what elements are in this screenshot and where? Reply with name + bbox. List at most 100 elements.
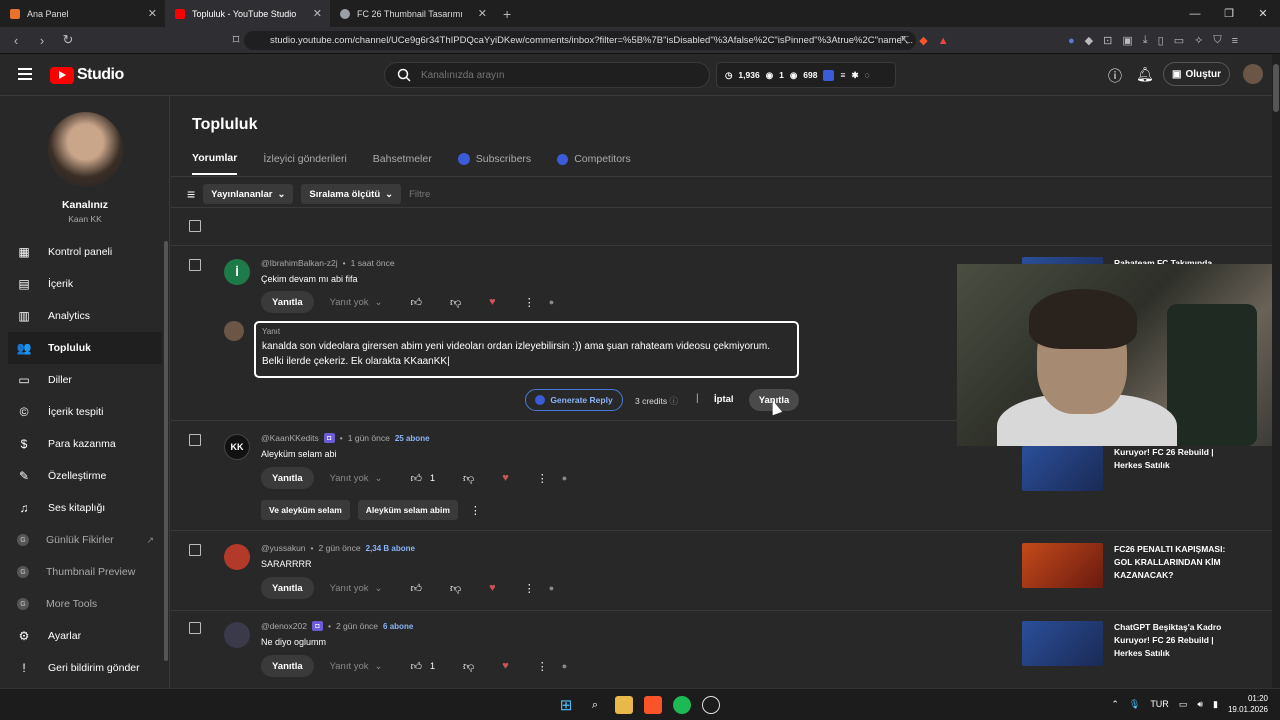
language-indicator[interactable]: TUR	[1150, 699, 1169, 709]
close-tab-icon[interactable]: ✕	[313, 7, 322, 20]
channel-avatar[interactable]	[48, 112, 123, 187]
select-all-checkbox[interactable]	[189, 220, 201, 232]
comment-checkbox[interactable]	[189, 544, 201, 556]
filter-input[interactable]: Filtre	[409, 189, 430, 200]
hamburger-menu-icon[interactable]	[18, 68, 32, 80]
dislike-icon[interactable]: 👎︎	[463, 660, 474, 673]
app-icon[interactable]	[702, 696, 720, 714]
sidebar-item-settings[interactable]: ⚙ Ayarlar	[8, 620, 162, 652]
tab-subscribers[interactable]: Subscribers	[457, 152, 531, 175]
extension-dot-icon[interactable]: ●	[562, 473, 567, 483]
comment-time[interactable]: 1 saat önce	[351, 258, 395, 268]
extension-dot-icon[interactable]: ●	[549, 583, 554, 593]
brave-shield-icon[interactable]: ◆	[919, 34, 927, 47]
more-options-icon[interactable]: ⋮	[524, 582, 535, 595]
avatar[interactable]	[224, 622, 250, 648]
comment-time[interactable]: 1 gün önce	[348, 433, 390, 443]
filter-published-chip[interactable]: Yayınlananlar ⌄	[203, 184, 294, 204]
extension-dot-icon[interactable]: ●	[549, 297, 554, 307]
extension-icon[interactable]: ●	[1068, 35, 1075, 47]
reply-button[interactable]: Yanıtla	[261, 655, 314, 677]
microphone-icon[interactable]: 🎙︎	[1129, 699, 1140, 710]
battery-icon[interactable]: ▮	[1213, 699, 1218, 710]
sidebar-item-monetization[interactable]: $ Para kazanma	[8, 428, 162, 460]
video-item[interactable]: Kuruyor! FC 26 Rebuild | Herkes Satılık	[1022, 446, 1234, 491]
replies-toggle[interactable]: Yanıt yok ⌄	[330, 661, 383, 672]
tab-competitors[interactable]: Competitors	[557, 152, 631, 175]
speaker-icon[interactable]: 🔊︎	[1197, 699, 1203, 710]
reply-button[interactable]: Yanıtla	[261, 291, 314, 313]
sidebar-item-analytics[interactable]: ▥ Analytics	[8, 300, 162, 332]
dislike-icon[interactable]: 👎︎	[450, 296, 461, 309]
tab-comments[interactable]: Yorumlar	[192, 152, 238, 175]
spotify-icon[interactable]	[673, 696, 691, 714]
filter-icon[interactable]: ≡	[187, 186, 195, 202]
extension-icon[interactable]: ⊡	[1103, 34, 1112, 47]
share-icon[interactable]: ⇱	[900, 34, 909, 47]
help-icon[interactable]: ⓘ	[1108, 66, 1122, 86]
close-window-icon[interactable]: ✕	[1246, 0, 1280, 27]
heart-avatar-icon[interactable]: ♥	[502, 472, 509, 484]
bookmark-icon[interactable]: ⌑	[226, 32, 246, 48]
rewards-icon[interactable]: ▲	[938, 35, 949, 47]
like-icon[interactable]: 👍︎	[411, 296, 423, 309]
menu-icon[interactable]: ≡	[1232, 35, 1238, 47]
comment-time[interactable]: 2 gün önce	[336, 621, 378, 631]
account-avatar[interactable]	[1243, 64, 1263, 84]
video-title[interactable]: FC26 PENALTI KAPIŞMASI: GOL KRALLARINDAN…	[1114, 543, 1234, 588]
more-options-icon[interactable]: ⋮	[524, 296, 535, 309]
browser-tab-ana-panel[interactable]: Ana Panel ✕	[0, 0, 165, 27]
comment-author[interactable]: @IbrahimBalkan-z2j	[261, 258, 338, 268]
replies-toggle[interactable]: Yanıt yok ⌄	[330, 583, 383, 594]
create-button[interactable]: ▣ Oluştur	[1163, 62, 1230, 86]
like-icon[interactable]: 👍︎ 1	[411, 660, 436, 673]
comment-author[interactable]: @denox202	[261, 621, 307, 631]
sidebar-item-more-tools[interactable]: G More Tools	[8, 588, 162, 620]
extension-icon[interactable]: ◆	[1085, 34, 1093, 47]
comment-checkbox[interactable]	[189, 259, 201, 271]
sidebar-item-thumbnail-preview[interactable]: G Thumbnail Preview	[8, 556, 162, 588]
video-thumbnail[interactable]	[1022, 446, 1103, 491]
sidebar-toggle-icon[interactable]: ▯	[1158, 34, 1164, 47]
forward-icon[interactable]: ›	[32, 33, 52, 48]
video-thumbnail[interactable]	[1022, 621, 1103, 666]
comment-checkbox[interactable]	[189, 434, 201, 446]
reply-button[interactable]: Yanıtla	[261, 467, 314, 489]
studio-logo[interactable]: Studio	[50, 66, 124, 84]
dislike-icon[interactable]: 👎︎	[450, 582, 461, 595]
maximize-icon[interactable]: ❐	[1212, 0, 1246, 27]
download-icon[interactable]: ⤓	[1143, 34, 1148, 47]
file-explorer-icon[interactable]	[615, 696, 633, 714]
brave-browser-icon[interactable]	[644, 696, 662, 714]
generate-reply-button[interactable]: Generate Reply	[525, 389, 623, 411]
comment-author[interactable]: @yussakun	[261, 543, 306, 553]
heart-avatar-icon[interactable]: ♥	[502, 660, 509, 672]
comment-checkbox[interactable]	[189, 622, 201, 634]
suggested-reply-chip[interactable]: Ve aleyküm selam	[261, 500, 350, 520]
bell-icon[interactable]: 🔔︎	[1136, 66, 1154, 86]
vpn-icon[interactable]: ⛉	[1213, 34, 1221, 47]
browser-tab-thumbnail[interactable]: FC 26 Thumbnail Tasarımı ✕	[330, 0, 495, 27]
comment-time[interactable]: 2 gün önce	[319, 543, 361, 553]
new-tab-icon[interactable]: +	[503, 6, 511, 22]
reply-button[interactable]: Yanıtla	[261, 577, 314, 599]
back-icon[interactable]: ‹	[6, 33, 26, 48]
sidebar-item-audio-library[interactable]: ♫ Ses kitaplığı	[8, 492, 162, 524]
suggested-reply-chip[interactable]: Aleyküm selam abim	[357, 500, 458, 520]
clock[interactable]: 01:20 19.01.2026	[1228, 693, 1268, 715]
windows-start-icon[interactable]: ⊞	[557, 696, 575, 714]
extension-dot-icon[interactable]: ●	[562, 661, 567, 671]
reply-composer[interactable]: Yanıt kanalda son videolara girersen abi…	[254, 321, 799, 378]
avatar[interactable]: İ	[224, 259, 250, 285]
video-title[interactable]: ChatGPT Beşiktaş'a Kadro Kuruyor! FC 26 …	[1114, 621, 1234, 666]
extension-icon[interactable]: ▣	[1122, 34, 1132, 47]
sidebar-scrollbar[interactable]	[164, 241, 168, 661]
video-thumbnail[interactable]	[1022, 543, 1103, 588]
like-icon[interactable]: 👍︎	[411, 582, 423, 595]
leo-icon[interactable]: ✧	[1194, 34, 1203, 47]
sidebar-item-dashboard[interactable]: ▦ Kontrol paneli	[8, 236, 162, 268]
avatar[interactable]	[224, 544, 250, 570]
heart-avatar-icon[interactable]: ♥	[489, 582, 496, 594]
close-tab-icon[interactable]: ✕	[148, 7, 157, 20]
reload-icon[interactable]: ↻	[58, 32, 78, 48]
